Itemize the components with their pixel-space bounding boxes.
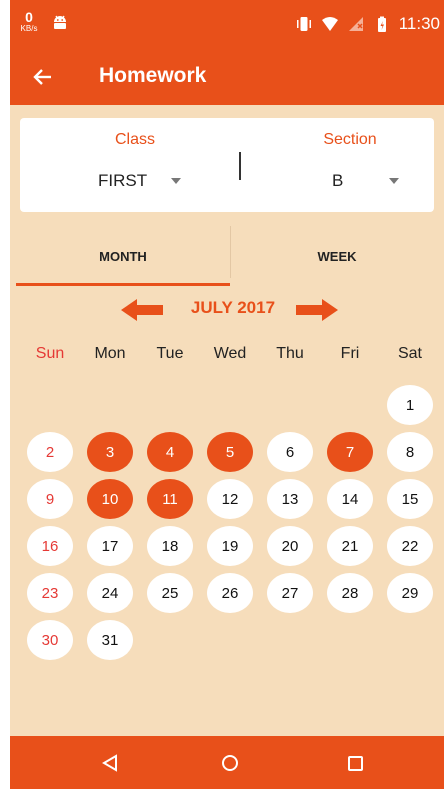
battery-icon bbox=[377, 16, 386, 32]
signal-icon bbox=[348, 17, 363, 31]
weekday-sat: Sat bbox=[397, 345, 422, 362]
class-dropdown[interactable]: FIRST bbox=[98, 166, 182, 196]
network-speed-value: 0 bbox=[25, 9, 33, 25]
android-icon bbox=[54, 15, 66, 29]
calendar-day[interactable]: 25 bbox=[147, 573, 193, 613]
device-screen: 0 KB/s 11:30 Homework Class FIRST Sectio… bbox=[10, 0, 444, 789]
arrow-left-icon bbox=[33, 69, 51, 85]
app-bar: Homework bbox=[10, 48, 444, 105]
calendar-day[interactable]: 21 bbox=[327, 526, 373, 566]
calendar-day-homework[interactable]: 10 bbox=[87, 479, 133, 519]
status-bar: 0 KB/s 11:30 bbox=[10, 0, 444, 48]
weekday-thu: Thu bbox=[276, 345, 304, 362]
system-nav-bar bbox=[10, 736, 444, 789]
status-time: 11:30 bbox=[398, 14, 440, 33]
calendar-day-homework[interactable]: 7 bbox=[327, 432, 373, 472]
calendar-day[interactable]: 22 bbox=[387, 526, 433, 566]
calendar-day[interactable]: 30 bbox=[27, 620, 73, 660]
calendar-day[interactable]: 1 bbox=[387, 385, 433, 425]
weekday-mon: Mon bbox=[94, 345, 126, 362]
next-month-arrow-icon[interactable] bbox=[296, 299, 338, 321]
calendar-day[interactable]: 17 bbox=[87, 526, 133, 566]
weekday-fri: Fri bbox=[340, 345, 360, 362]
weekday-sun: Sun bbox=[35, 345, 65, 362]
calendar-day[interactable]: 20 bbox=[267, 526, 313, 566]
network-speed: 0 KB/s bbox=[18, 10, 40, 33]
nav-recents-icon bbox=[348, 756, 363, 771]
calendar-grid: 1 2 3 4 5 6 7 8 9 10 11 12 13 14 15 16 17 18 19 20 21 22 23 24 2… bbox=[20, 385, 440, 675]
month-navigation: JULY 2017 bbox=[10, 292, 444, 328]
calendar-day[interactable]: 16 bbox=[27, 526, 73, 566]
calendar-day[interactable]: 6 bbox=[267, 432, 313, 472]
calendar-day[interactable]: 15 bbox=[387, 479, 433, 519]
section-label: Section bbox=[323, 131, 377, 148]
calendar-day-homework[interactable]: 4 bbox=[147, 432, 193, 472]
calendar-day[interactable]: 29 bbox=[387, 573, 433, 613]
wifi-icon bbox=[321, 17, 338, 31]
filter-card: Class FIRST Section B bbox=[20, 118, 434, 212]
weekday-tue: Tue bbox=[156, 345, 184, 362]
weekday-wed: Wed bbox=[213, 345, 247, 362]
class-filter: Class FIRST bbox=[20, 118, 220, 212]
calendar-day[interactable]: 27 bbox=[267, 573, 313, 613]
weekday-header: Sun Mon Tue Wed Thu Fri Sat bbox=[20, 345, 440, 375]
network-speed-unit: KB/s bbox=[20, 24, 38, 33]
calendar-day[interactable]: 14 bbox=[327, 479, 373, 519]
nav-back-icon bbox=[102, 754, 117, 772]
nav-home-icon bbox=[222, 755, 238, 771]
calendar-day[interactable]: 26 bbox=[207, 573, 253, 613]
page-title: Homework bbox=[99, 64, 207, 87]
status-icons: 11:30 bbox=[295, 14, 440, 34]
calendar-day[interactable]: 12 bbox=[207, 479, 253, 519]
calendar-day[interactable]: 28 bbox=[327, 573, 373, 613]
calendar-day-homework[interactable]: 5 bbox=[207, 432, 253, 472]
section-dropdown[interactable]: B bbox=[332, 166, 400, 196]
class-label: Class bbox=[114, 131, 155, 148]
calendar-day-homework[interactable]: 3 bbox=[87, 432, 133, 472]
month-title: JULY 2017 bbox=[190, 298, 276, 317]
tab-week[interactable]: WEEK bbox=[230, 226, 444, 286]
nav-recents-button[interactable] bbox=[340, 748, 370, 778]
vibrate-icon bbox=[296, 17, 311, 31]
calendar-day[interactable]: 9 bbox=[27, 479, 73, 519]
prev-month-arrow-icon[interactable] bbox=[121, 299, 163, 321]
chevron-down-icon bbox=[389, 178, 400, 184]
calendar-day[interactable]: 31 bbox=[87, 620, 133, 660]
back-button[interactable] bbox=[28, 62, 58, 92]
nav-home-button[interactable] bbox=[215, 748, 245, 778]
tab-indicator bbox=[16, 283, 230, 286]
nav-back-button[interactable] bbox=[95, 748, 125, 778]
calendar-day[interactable]: 8 bbox=[387, 432, 433, 472]
class-value: FIRST bbox=[98, 171, 148, 190]
calendar-day[interactable]: 13 bbox=[267, 479, 313, 519]
calendar-day[interactable]: 23 bbox=[27, 573, 73, 613]
calendar-day[interactable]: 24 bbox=[87, 573, 133, 613]
calendar-day[interactable]: 19 bbox=[207, 526, 253, 566]
calendar-day[interactable]: 2 bbox=[27, 432, 73, 472]
section-value: B bbox=[332, 171, 344, 190]
tab-month[interactable]: MONTH bbox=[16, 226, 230, 286]
chevron-down-icon bbox=[171, 178, 182, 184]
calendar-day[interactable]: 18 bbox=[147, 526, 193, 566]
view-tabs: MONTH WEEK bbox=[16, 226, 444, 286]
calendar-day-homework[interactable]: 11 bbox=[147, 479, 193, 519]
section-filter: Section B bbox=[240, 118, 440, 212]
